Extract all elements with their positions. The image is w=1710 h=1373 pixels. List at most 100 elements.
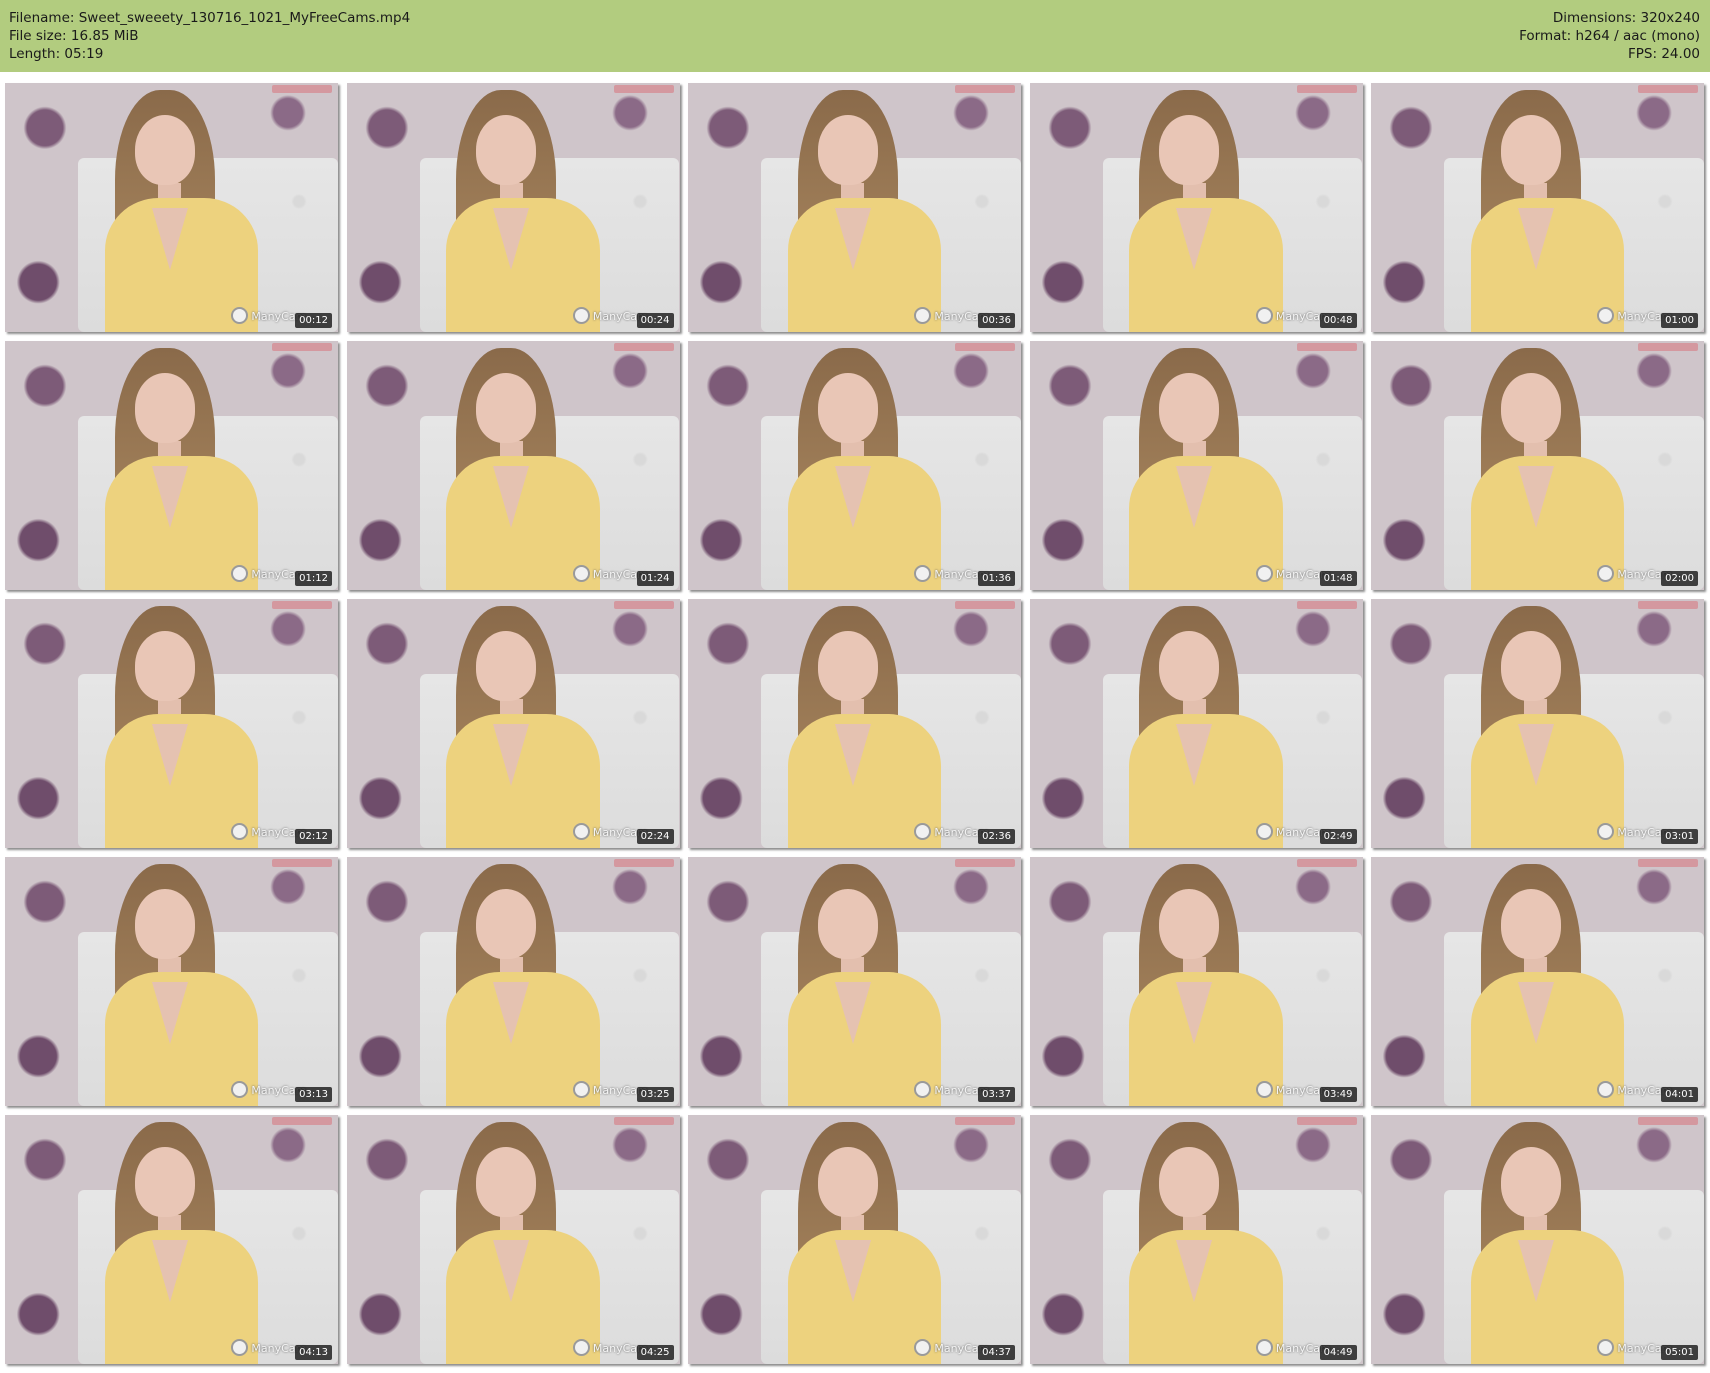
video-thumbnail[interactable]: ManyCam 02:00 — [1371, 341, 1704, 590]
person-face — [1159, 373, 1220, 444]
video-thumbnail[interactable]: ManyCam 05:01 — [1371, 1115, 1704, 1364]
video-thumbnail[interactable]: ManyCam 01:00 — [1371, 83, 1704, 332]
timestamp-badge: 00:12 — [295, 313, 332, 328]
watermark-logo — [613, 859, 674, 867]
video-thumbnail[interactable]: ManyCam 01:48 — [1029, 341, 1363, 590]
watermark-logo — [1296, 859, 1357, 867]
video-thumbnail[interactable]: ManyCam 04:01 — [1371, 857, 1704, 1106]
watermark-logo — [272, 85, 332, 93]
watermark-logo — [1296, 601, 1357, 609]
dress-neckline — [1517, 1239, 1554, 1302]
person-face — [1500, 373, 1561, 444]
watermark-logo — [272, 1117, 332, 1125]
timestamp-badge: 01:00 — [1661, 313, 1698, 328]
manycam-icon — [572, 307, 590, 324]
timestamp-badge: 02:36 — [978, 829, 1015, 844]
timestamp-badge: 05:01 — [1661, 1345, 1698, 1360]
video-thumbnail[interactable]: ManyCam 01:12 — [5, 341, 338, 590]
timestamp-badge: 03:49 — [1319, 1087, 1357, 1102]
dress-neckline — [1517, 981, 1554, 1044]
person-face — [1500, 115, 1561, 186]
watermark-logo — [955, 343, 1015, 351]
person-face — [134, 115, 195, 186]
dress-neckline — [1176, 981, 1213, 1044]
person-face — [1159, 115, 1220, 186]
timestamp-badge: 02:00 — [1661, 571, 1698, 586]
person-face — [1500, 631, 1561, 702]
dress-neckline — [151, 465, 188, 528]
watermark-logo — [272, 343, 332, 351]
manycam-icon — [1255, 307, 1273, 324]
person-face — [817, 889, 878, 960]
video-thumbnail[interactable]: ManyCam 03:37 — [688, 857, 1021, 1106]
watermark-logo — [1638, 343, 1698, 351]
watermark-logo — [955, 859, 1015, 867]
timestamp-badge: 00:36 — [978, 313, 1015, 328]
watermark-logo — [955, 601, 1015, 609]
dress-neckline — [834, 981, 871, 1044]
video-thumbnail[interactable]: ManyCam 02:49 — [1029, 599, 1363, 848]
video-thumbnail[interactable]: ManyCam 02:36 — [688, 599, 1021, 848]
video-thumbnail[interactable]: ManyCam 03:13 — [5, 857, 338, 1106]
timestamp-badge: 00:24 — [636, 313, 674, 328]
watermark-logo — [1296, 85, 1357, 93]
person-face — [134, 889, 195, 960]
timestamp-badge: 02:12 — [295, 829, 332, 844]
timestamp-badge: 04:01 — [1661, 1087, 1698, 1102]
person-face — [817, 631, 878, 702]
dress-neckline — [834, 207, 871, 270]
video-thumbnail[interactable]: ManyCam 02:12 — [5, 599, 338, 848]
watermark-logo — [955, 1117, 1015, 1125]
person-face — [1500, 889, 1561, 960]
person-face — [817, 115, 878, 186]
manycam-icon — [1255, 1081, 1273, 1098]
dress-neckline — [1176, 723, 1213, 786]
video-thumbnail[interactable]: ManyCam 03:01 — [1371, 599, 1704, 848]
watermark-logo — [1296, 1117, 1357, 1125]
video-thumbnail[interactable]: ManyCam 04:13 — [5, 1115, 338, 1364]
watermark-logo — [1638, 859, 1698, 867]
dress-neckline — [493, 465, 530, 528]
video-thumbnail[interactable]: ManyCam 00:12 — [5, 83, 338, 332]
video-thumbnail[interactable]: ManyCam 00:48 — [1029, 83, 1363, 332]
person-face — [476, 889, 537, 960]
watermark-logo — [272, 859, 332, 867]
timestamp-badge: 03:13 — [295, 1087, 332, 1102]
manycam-icon — [1255, 823, 1273, 840]
manycam-icon — [1255, 1339, 1273, 1356]
timestamp-badge: 04:13 — [295, 1345, 332, 1360]
timestamp-badge: 01:24 — [636, 571, 674, 586]
dress-neckline — [1517, 207, 1554, 270]
video-thumbnail[interactable]: ManyCam 00:36 — [688, 83, 1021, 332]
video-thumbnail[interactable]: ManyCam 03:49 — [1029, 857, 1363, 1106]
manycam-icon — [572, 1339, 590, 1356]
watermark-logo — [1638, 85, 1698, 93]
video-thumbnail[interactable]: ManyCam 04:25 — [346, 1115, 680, 1364]
timestamp-badge: 04:25 — [636, 1345, 674, 1360]
dress-neckline — [151, 981, 188, 1044]
person-face — [817, 1147, 878, 1218]
person-face — [1159, 889, 1220, 960]
person-face — [134, 631, 195, 702]
video-thumbnail[interactable]: ManyCam 01:36 — [688, 341, 1021, 590]
manycam-icon — [572, 565, 590, 582]
dress-neckline — [1517, 723, 1554, 786]
timestamp-badge: 01:48 — [1319, 571, 1357, 586]
timestamp-badge: 01:12 — [295, 571, 332, 586]
person-face — [134, 373, 195, 444]
video-thumbnail[interactable]: ManyCam 00:24 — [346, 83, 680, 332]
person-face — [476, 1147, 537, 1218]
dress-neckline — [493, 981, 530, 1044]
person-face — [476, 373, 537, 444]
watermark-logo — [272, 601, 332, 609]
video-thumbnail[interactable]: ManyCam 03:25 — [346, 857, 680, 1106]
video-thumbnail[interactable]: ManyCam 04:37 — [688, 1115, 1021, 1364]
person-face — [1500, 1147, 1561, 1218]
timestamp-badge: 03:25 — [636, 1087, 674, 1102]
video-thumbnail[interactable]: ManyCam 01:24 — [346, 341, 680, 590]
timestamp-badge: 02:24 — [636, 829, 674, 844]
video-thumbnail[interactable]: ManyCam 04:49 — [1029, 1115, 1363, 1364]
video-thumbnail[interactable]: ManyCam 02:24 — [346, 599, 680, 848]
manycam-icon — [1255, 565, 1273, 582]
timestamp-badge: 02:49 — [1319, 829, 1357, 844]
